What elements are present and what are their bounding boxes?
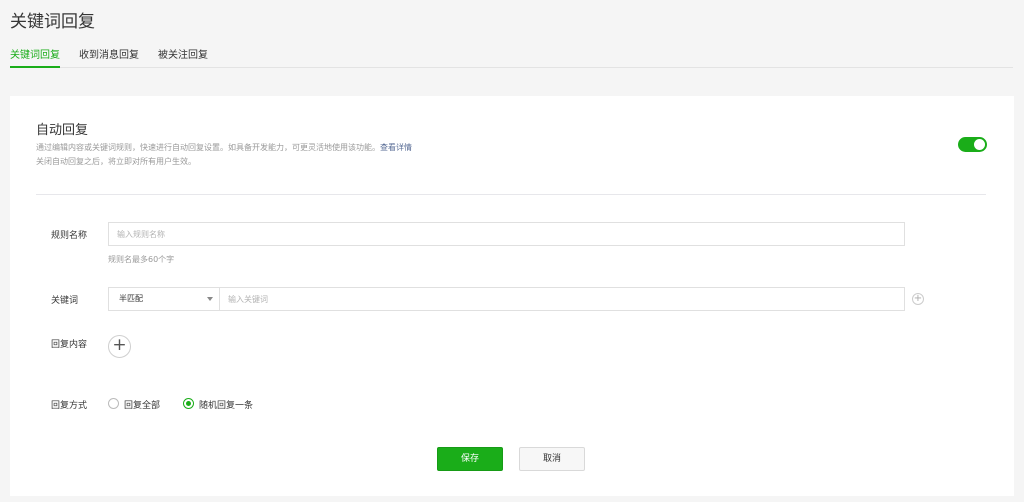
rule-name-hint: 规则名最多60个字 [108,255,175,264]
radio-reply-all-label: 回复全部 [124,401,161,411]
tab-keyword-reply[interactable]: 关键词回复 [10,46,60,68]
view-details-link[interactable]: 查看详情 [380,143,412,152]
keyword-input[interactable] [219,287,905,311]
auto-reply-desc-line1: 通过编辑内容或关键词规则，快速进行自动回复设置。如具备开发能力，可更灵活地使用该… [36,143,380,152]
tab-follow-reply[interactable]: 被关注回复 [158,46,208,68]
cancel-button[interactable]: 取消 [519,447,585,471]
page-title: 关键词回复 [10,12,95,32]
tab-message-reply[interactable]: 收到消息回复 [79,46,139,68]
radio-reply-all[interactable]: 回复全部 [108,398,178,411]
auto-reply-description: 通过编辑内容或关键词规则，快速进行自动回复设置。如具备开发能力，可更灵活地使用该… [36,141,412,169]
save-button[interactable]: 保存 [437,447,503,471]
radio-circle [183,398,194,409]
chevron-down-icon [207,297,213,301]
keyword-label: 关键词 [51,296,79,306]
auto-reply-title: 自动回复 [36,123,89,138]
rule-card: 自动回复 通过编辑内容或关键词规则，快速进行自动回复设置。如具备开发能力，可更灵… [10,96,1014,496]
rule-name-input[interactable] [108,222,905,246]
rule-name-label: 规则名称 [51,231,88,241]
toggle-knob [974,139,985,150]
reply-mode-label: 回复方式 [51,401,88,411]
radio-random-reply-label: 随机回复一条 [199,401,254,411]
add-reply-content-plus-icon[interactable]: + [108,335,131,358]
page-header: 关键词回复 关键词回复 收到消息回复 被关注回复 [0,0,1024,88]
add-keyword-plus-icon[interactable]: + [912,293,924,305]
radio-random-reply[interactable]: 随机回复一条 [183,398,263,411]
reply-content-label: 回复内容 [51,340,88,350]
match-mode-value: 半匹配 [119,294,143,303]
tab-bar: 关键词回复 收到消息回复 被关注回复 [10,46,1013,68]
radio-circle [108,398,119,409]
auto-reply-desc-line2: 关闭自动回复之后，将立即对所有用户生效。 [36,157,196,166]
match-mode-select[interactable]: 半匹配 [108,287,220,311]
auto-reply-toggle[interactable] [958,137,987,152]
divider [36,194,986,195]
